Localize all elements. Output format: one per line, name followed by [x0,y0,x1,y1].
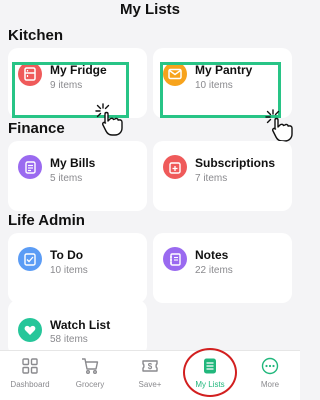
tab-label: My Lists [195,380,225,389]
tab-more[interactable]: More [240,351,300,400]
list-card-subscriptions[interactable]: Subscriptions 7 items [153,141,292,211]
page-title: My Lists [119,1,180,18]
cart-icon [82,358,99,374]
list-count: 5 items [50,173,83,184]
calendar-plus-icon [163,155,187,179]
box-icon [163,62,187,86]
notebook-icon [163,247,187,271]
list-icon [204,358,216,374]
tab-grocery[interactable]: Grocery [60,351,120,400]
list-name: Subscriptions [195,156,276,170]
document-icon [18,155,42,179]
tab-label: More [260,380,280,389]
tab-my-lists[interactable]: My Lists [180,351,240,400]
list-count: 7 items [195,173,228,184]
list-card-to-do[interactable]: To Do 10 items [8,233,147,303]
section-title-kitchen: Kitchen [8,27,64,44]
bottom-tab-bar: Dashboard Grocery $ Save+ My Lists More [0,350,300,400]
list-name: To Do [50,248,84,262]
list-name: My Fridge [50,63,107,77]
tap-hand-icon [95,103,123,136]
section-title-life-admin: Life Admin [8,212,85,229]
heart-icon [18,318,42,342]
list-count: 10 items [50,265,88,276]
list-name: My Bills [50,156,96,170]
tab-label: Save+ [138,380,162,389]
list-name: Notes [195,248,229,262]
tab-dashboard[interactable]: Dashboard [0,351,60,400]
fridge-icon [18,62,42,86]
list-name: My Pantry [195,63,253,77]
list-count: 22 items [195,265,233,276]
list-count: 10 items [195,80,233,91]
dollar-ticket-icon: $ [142,360,158,372]
list-card-my-bills[interactable]: My Bills 5 items [8,141,147,211]
tab-label: Dashboard [10,380,50,389]
svg-text:$: $ [148,362,153,371]
tap-hand-icon [265,109,293,142]
section-title-finance: Finance [8,120,65,137]
list-count: 58 items [50,334,88,345]
list-count: 9 items [50,80,83,91]
list-card-watch-list[interactable]: Watch List 58 items [8,300,147,356]
header: My Lists [0,0,300,20]
tab-label: Grocery [75,380,105,389]
tab-save-plus[interactable]: $ Save+ [120,351,180,400]
list-card-notes[interactable]: Notes 22 items [153,233,292,303]
list-name: Watch List [50,318,111,332]
more-icon [261,357,279,375]
checklist-icon [18,247,42,271]
grid-icon [22,358,38,374]
